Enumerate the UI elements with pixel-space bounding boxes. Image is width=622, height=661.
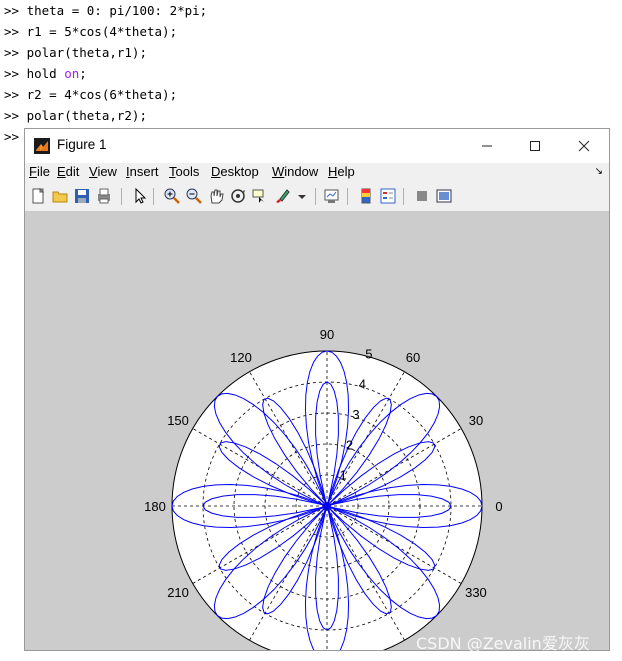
toolbar-separator [403,188,404,205]
save-button[interactable] [73,187,91,205]
angle-tick-label: 90 [320,327,334,342]
menu-help[interactable]: Help [328,164,355,179]
maximize-button[interactable] [515,133,555,159]
rotate-3d-icon [231,189,245,203]
pan-icon [210,189,224,204]
angle-tick-label: 30 [469,413,483,428]
new-figure-icon [32,187,45,204]
command-line: >> polar(theta,r2); [0,105,622,126]
show-plot-tools-button[interactable] [435,187,453,205]
command-tail: ; [79,66,87,81]
command-code: theta = 0: pi/100: 2*pi; [26,3,208,18]
angle-tick-label: 210 [167,585,189,600]
radial-tick-label: 1 [339,468,346,483]
command-prompt: >> [4,108,27,123]
pointer-icon [135,187,147,204]
zoom-out-button[interactable] [185,187,203,205]
menu-file[interactable]: File [29,164,50,179]
command-prompt: >> [4,24,27,39]
command-code: r2 = 4*cos(6*theta); [26,87,178,102]
dropdown-arrow-button[interactable] [293,187,306,205]
link-plot-icon [324,189,339,203]
print-button[interactable] [95,187,113,205]
command-window[interactable]: >> theta = 0: pi/100: 2*pi; >> r1 = 5*cos… [0,0,622,147]
close-icon [578,140,590,152]
toolbar-separator [121,188,122,205]
menu-tools[interactable]: Tools [169,164,199,179]
angle-tick-label: 60 [406,350,420,365]
zoom-out-icon [186,188,202,204]
open-file-icon [52,191,68,203]
minimize-icon [482,145,492,147]
menu-window[interactable]: Window [272,164,318,179]
angle-tick-label: 180 [144,499,166,514]
polar-plot[interactable]: 030609012015018021024027030033012345 [25,211,609,650]
brush-icon [276,189,290,203]
radial-tick-label: 2 [346,437,353,452]
command-prompt: >> [4,87,27,102]
command-prompt: >> [4,45,27,60]
zoom-in-icon [164,188,180,204]
figure-titlebar: Figure 1 [25,129,609,163]
hide-plot-tools-button[interactable] [413,187,431,205]
figure-menubar: ↘ File Edit View Insert Tools Desktop Window He… [25,163,609,183]
menu-desktop[interactable]: Desktop [211,164,259,179]
new-figure-button[interactable] [29,187,47,205]
link-plot-button[interactable] [323,187,341,205]
command-line: >> r1 = 5*cos(4*theta); [0,21,622,42]
maximize-icon [530,141,540,151]
toolbar-separator [315,188,316,205]
figure-window: Figure 1 ↘ File Edit View Insert Tools Deskto… [24,128,610,651]
command-line: >> r2 = 4*cos(6*theta); [0,84,622,105]
toolbar-separator [347,188,348,205]
legend-icon [380,188,396,204]
angle-tick-label: 150 [167,413,189,428]
command-keyword: on [64,66,80,81]
dropdown-arrow-icon [298,195,306,199]
open-file-button[interactable] [51,187,69,205]
radial-tick-label: 5 [365,346,372,361]
data-cursor-icon [252,189,264,203]
figure-title: Figure 1 [57,137,107,152]
command-code: polar(theta,r1); [26,45,147,60]
figure-canvas[interactable]: 030609012015018021024027030033012345 [25,211,609,650]
command-line: >> polar(theta,r1); [0,42,622,63]
angle-tick-label: 0 [495,499,502,514]
toolbar-separator [153,188,154,205]
matlab-logo-icon [34,138,50,154]
colorbar-icon [361,188,371,204]
watermark: CSDN @Zevalin爱灰灰 [416,634,590,653]
show-plot-tools-icon [436,189,452,203]
hide-plot-tools-icon [417,191,427,201]
radial-tick-label: 3 [352,407,359,422]
save-icon [75,189,89,203]
menu-view[interactable]: View [89,164,117,179]
angle-tick-label: 240 [230,648,252,650]
figure-toolbar [25,183,609,212]
menu-insert[interactable]: Insert [126,164,159,179]
radial-tick-label: 4 [359,377,366,392]
command-code: hold [26,66,65,81]
close-button[interactable] [564,133,604,159]
command-line: >> theta = 0: pi/100: 2*pi; [0,0,622,21]
brush-button[interactable] [273,187,291,205]
rotate-3d-button[interactable] [229,187,247,205]
command-line: >> hold on; [0,63,622,84]
angle-tick-label: 330 [465,585,487,600]
legend-button[interactable] [379,187,397,205]
command-prompt: >> [4,66,27,81]
print-icon [98,188,110,204]
angle-tick-label: 120 [230,350,252,365]
minimize-button[interactable] [467,133,507,159]
pointer-button[interactable] [131,187,149,205]
data-cursor-button[interactable] [251,187,269,205]
command-code: r1 = 5*cos(4*theta); [26,24,178,39]
menu-edit[interactable]: Edit [57,164,79,179]
command-code: polar(theta,r2); [26,108,147,123]
command-prompt: >> [4,3,27,18]
dock-arrow-icon[interactable]: ↘ [595,166,603,177]
zoom-in-button[interactable] [163,187,181,205]
pan-button[interactable] [207,187,225,205]
colorbar-button[interactable] [357,187,375,205]
